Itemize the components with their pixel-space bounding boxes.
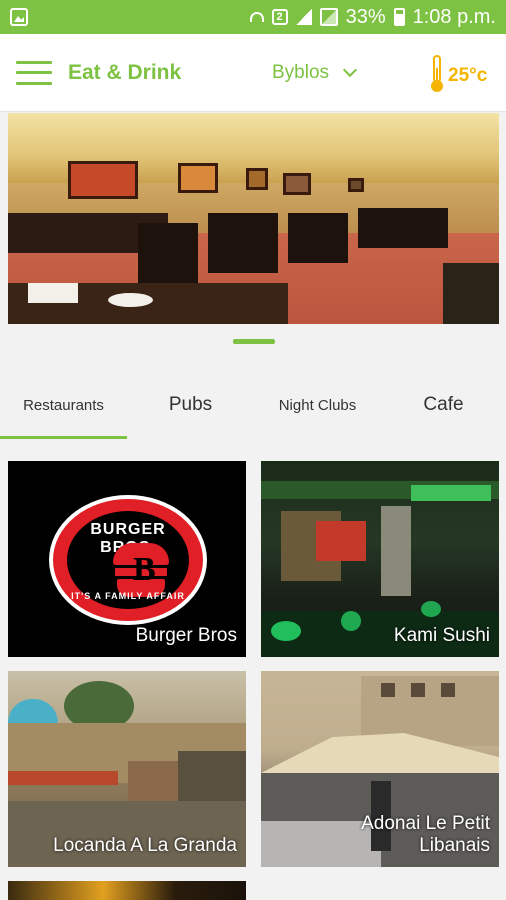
- hero-carousel-image[interactable]: [8, 113, 499, 324]
- status-bar: 2 33% 1:08 p.m.: [0, 0, 506, 34]
- place-card-kami-sushi[interactable]: Kami Sushi: [261, 461, 499, 657]
- battery-percent: 33%: [345, 5, 386, 28]
- logo-tagline: IT'S A FAMILY AFFAIR: [71, 591, 185, 601]
- clock: 1:08 p.m.: [412, 5, 496, 28]
- burger-bros-logo: BURGER BROS. B IT'S A FAMILY AFFAIR: [49, 495, 207, 625]
- battery-charging-icon: [393, 8, 405, 26]
- temperature: 25°c: [448, 65, 488, 86]
- place-card-partial[interactable]: [8, 881, 246, 900]
- place-name: Burger Bros: [135, 625, 237, 646]
- tab-pubs[interactable]: Pubs: [127, 370, 254, 440]
- weather-widget: 25°c: [428, 54, 487, 94]
- thermometer-icon: [431, 55, 443, 92]
- status-icons: 2 33% 1:08 p.m.: [249, 5, 496, 29]
- chevron-down-icon: [342, 62, 358, 78]
- category-tabs: Restaurants Pubs Night Clubs Cafe: [0, 370, 506, 440]
- place-card-burger-bros[interactable]: BURGER BROS. B IT'S A FAMILY AFFAIR Burg…: [8, 461, 246, 657]
- menu-icon[interactable]: [16, 60, 52, 85]
- sim-2-icon: 2: [271, 9, 288, 25]
- wifi-icon: [249, 12, 264, 22]
- signal-icon: [295, 9, 312, 25]
- city-label: Byblos: [272, 62, 330, 83]
- place-name: Kami Sushi: [393, 625, 490, 646]
- image-notification-icon: [10, 8, 28, 26]
- tab-indicator: [0, 436, 127, 439]
- tab-night-clubs[interactable]: Night Clubs: [254, 370, 381, 440]
- tab-cafe[interactable]: Cafe: [381, 370, 506, 440]
- app-bar: Eat & Drink Byblos 25°c: [0, 34, 506, 112]
- place-name: Locanda A La Granda: [53, 835, 237, 856]
- place-card-adonai-le-petit-libanais[interactable]: Adonai Le Petit Libanais: [261, 671, 499, 867]
- page-title: Eat & Drink: [68, 60, 182, 84]
- city-selector[interactable]: Byblos: [272, 62, 358, 84]
- place-card-locanda-a-la-granda[interactable]: Locanda A La Granda: [8, 671, 246, 867]
- tab-restaurants[interactable]: Restaurants: [0, 370, 127, 440]
- place-name: Adonai Le Petit Libanais: [361, 813, 490, 856]
- signal-icon: [319, 8, 338, 26]
- carousel-indicator: [233, 339, 275, 344]
